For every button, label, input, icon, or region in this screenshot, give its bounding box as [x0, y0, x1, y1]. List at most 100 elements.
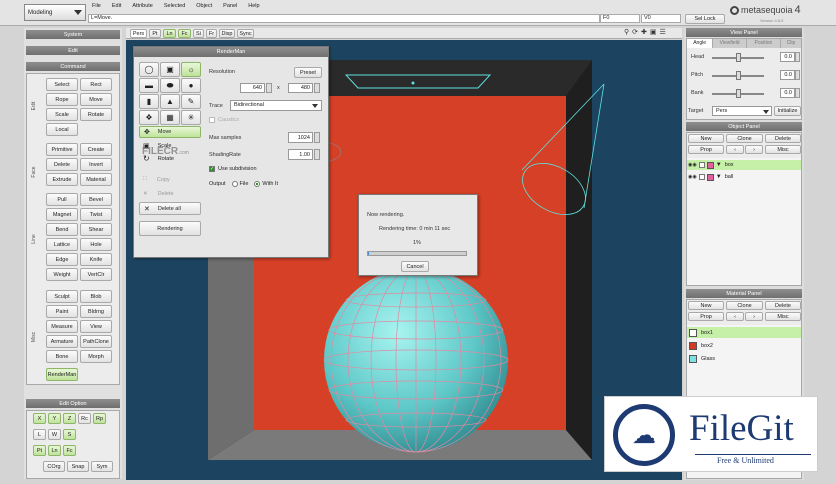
pitch-field[interactable]: 0.0: [780, 70, 795, 80]
head-slider-knob[interactable]: [736, 53, 741, 62]
eye-icon[interactable]: ◉◉: [688, 162, 697, 168]
menu-object[interactable]: Object: [196, 3, 212, 9]
expand-icon[interactable]: ▼: [716, 162, 722, 168]
bank-slider-knob[interactable]: [736, 89, 741, 98]
sphere-light-icon[interactable]: ●: [181, 78, 201, 93]
max-samples-field[interactable]: 1024: [288, 132, 313, 143]
command-button-pathclone[interactable]: PathClone: [80, 335, 112, 348]
cylinder-light-icon[interactable]: ▮: [139, 94, 159, 109]
fit-icon[interactable]: ▣: [650, 28, 657, 36]
material-new-button[interactable]: New: [688, 301, 724, 310]
env-light-icon[interactable]: ❖: [139, 110, 159, 125]
res-width-spinner[interactable]: [266, 83, 272, 93]
pitch-spinner[interactable]: [795, 70, 800, 80]
material-prop-button[interactable]: Prop: [688, 312, 724, 321]
starburst-icon[interactable]: ✳: [181, 110, 201, 125]
command-button-select[interactable]: Select: [46, 78, 78, 91]
lock-box[interactable]: [698, 162, 705, 168]
material-move-down-button[interactable]: ›: [745, 312, 763, 321]
option-button-snap[interactable]: Snap: [67, 461, 89, 472]
resolution-width-field[interactable]: 640: [240, 83, 265, 93]
command-button-bend[interactable]: Bend: [46, 223, 78, 236]
view-menu-icon[interactable]: ☰: [660, 28, 666, 36]
command-button-morph[interactable]: Morph: [80, 350, 112, 363]
viewport-tab-ln[interactable]: Ln: [163, 29, 176, 38]
list-item[interactable]: ◉◉ ▼ ball: [687, 172, 801, 182]
trace-select[interactable]: Bidirectional: [230, 100, 322, 111]
option-button-s[interactable]: S: [63, 429, 76, 440]
list-item[interactable]: box2: [687, 340, 801, 351]
tab-misc[interactable]: Misc: [31, 328, 39, 346]
command-button-edge[interactable]: Edge: [46, 253, 78, 266]
command-button-rope[interactable]: Rope: [46, 93, 78, 106]
edit-option-header[interactable]: Edit Option: [26, 399, 120, 408]
object-panel-header[interactable]: Object Panel: [686, 122, 802, 131]
renderman-title-bar[interactable]: RenderMan: [134, 47, 328, 57]
viewport-tab-si[interactable]: Si: [193, 29, 204, 38]
shading-rate-field[interactable]: 1.00: [288, 149, 313, 160]
object-move-down-button[interactable]: ›: [745, 145, 763, 154]
output-withit-radio[interactable]: [254, 181, 261, 187]
mode-select[interactable]: Modeling: [24, 4, 86, 21]
viewport-tab-pers[interactable]: Pers: [130, 29, 147, 38]
rendering-button[interactable]: Rendering: [139, 221, 201, 236]
command-button-renderman[interactable]: RenderMan: [46, 368, 78, 381]
option-button-ln[interactable]: Ln: [48, 445, 61, 456]
view-panel-header[interactable]: View Panel: [686, 28, 802, 37]
command-button-local[interactable]: Local: [46, 123, 78, 136]
cone-light-icon[interactable]: ▲: [160, 94, 180, 109]
command-button-bldrng[interactable]: Bldrng: [80, 305, 112, 318]
sel-lock-button[interactable]: Sel Lock: [685, 14, 725, 24]
material-move-up-button[interactable]: ‹: [726, 312, 744, 321]
option-button-corg[interactable]: COrg: [43, 461, 65, 472]
command-button-extrude[interactable]: Extrude: [46, 173, 78, 186]
target-select[interactable]: Pers: [712, 106, 772, 116]
command-button-armature[interactable]: Armature: [46, 335, 78, 348]
list-item[interactable]: box1: [687, 327, 801, 338]
caustics-checkbox[interactable]: Caustics: [209, 117, 239, 123]
viewport-tab-fc[interactable]: Fc: [178, 29, 191, 38]
system-header[interactable]: System: [26, 30, 120, 39]
move-tool-button[interactable]: ✥ Move: [139, 126, 201, 138]
object-prop-button[interactable]: Prop: [688, 145, 724, 154]
bank-spinner[interactable]: [795, 88, 800, 98]
object-new-button[interactable]: New: [688, 134, 724, 143]
bulb-icon[interactable]: ◯: [139, 62, 159, 77]
command-button-create[interactable]: Create: [80, 143, 112, 156]
shading-rate-spinner[interactable]: [314, 149, 320, 160]
list-item[interactable]: ◉◉ ▼ box: [687, 160, 801, 170]
command-button-bevel[interactable]: Bevel: [80, 193, 112, 206]
object-move-up-button[interactable]: ‹: [726, 145, 744, 154]
camera-icon[interactable]: ▣: [160, 62, 180, 77]
material-panel-header[interactable]: Material Panel: [686, 289, 802, 298]
command-button-bone[interactable]: Bone: [46, 350, 78, 363]
command-button-pull[interactable]: Pull: [46, 193, 78, 206]
viewport-tab-fr[interactable]: Fr: [206, 29, 217, 38]
head-field[interactable]: 0.0: [780, 52, 795, 62]
resolution-height-field[interactable]: 480: [288, 83, 313, 93]
list-item[interactable]: Glass: [687, 353, 801, 364]
rotate-view-icon[interactable]: ⟳: [632, 28, 638, 36]
option-button-l[interactable]: L: [33, 429, 46, 440]
tab-clip[interactable]: Clip: [780, 39, 802, 48]
tab-viewfield[interactable]: Viewfield: [713, 39, 748, 48]
tab-angle[interactable]: Angle: [687, 39, 714, 48]
sun-icon[interactable]: ☼: [181, 62, 201, 77]
command-button-magnet[interactable]: Magnet: [46, 208, 78, 221]
menu-panel[interactable]: Panel: [223, 3, 237, 9]
command-button-shear[interactable]: Shear: [80, 223, 112, 236]
copy-button[interactable]: ⛶ Copy: [139, 174, 201, 185]
object-delete-button[interactable]: Delete: [765, 134, 801, 143]
use-subdivision-checkbox[interactable]: ✓ Use subdivision: [209, 166, 257, 172]
command-button-invert[interactable]: Invert: [80, 158, 112, 171]
viewport-tab-pt[interactable]: Pt: [149, 29, 161, 38]
delete-all-button[interactable]: ✕ Delete all: [139, 202, 201, 215]
cancel-button[interactable]: Cancel: [401, 261, 429, 272]
disk-light-icon[interactable]: ⬬: [160, 78, 180, 93]
menu-selected[interactable]: Selected: [164, 3, 185, 9]
material-clone-button[interactable]: Clone: [726, 301, 763, 310]
command-button-material[interactable]: Material: [80, 173, 112, 186]
brush-icon[interactable]: ✎: [181, 94, 201, 109]
command-button-vertclr[interactable]: VertClr: [80, 268, 112, 281]
command-button-blob[interactable]: Blob: [80, 290, 112, 303]
